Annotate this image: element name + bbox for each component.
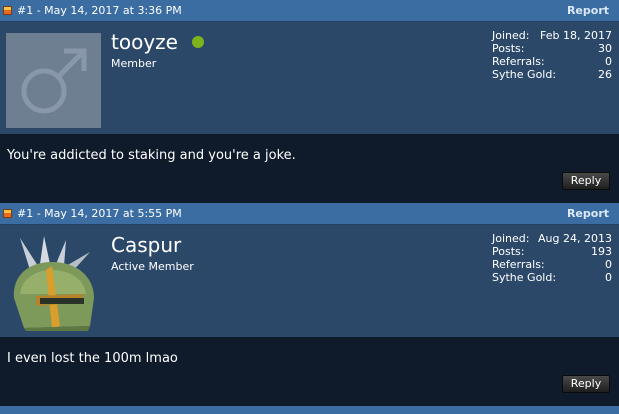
stat-label: Referrals:	[492, 258, 545, 271]
post-icon	[3, 6, 12, 15]
user-rank: Active Member	[111, 260, 194, 273]
online-status-icon	[191, 36, 204, 48]
user-stats: Joined: Aug 24, 2013 Posts: 193 Referral…	[492, 232, 612, 284]
stat-label: Joined:	[492, 232, 530, 245]
stat-value: Aug 24, 2013	[538, 232, 612, 245]
stat-value: 0	[605, 271, 612, 284]
avatar[interactable]	[6, 33, 101, 128]
stat-referrals: Referrals: 0	[492, 55, 612, 68]
username-text[interactable]: Caspur	[111, 233, 181, 257]
post-1: #1 - May 14, 2017 at 3:36 PM Report tooy…	[0, 0, 619, 203]
message-body: You're addicted to staking and you're a …	[0, 134, 619, 203]
stat-value: 26	[598, 68, 612, 81]
post-icon	[3, 209, 12, 218]
username-text[interactable]: tooyze	[111, 30, 178, 54]
post-info: #1 - May 14, 2017 at 5:55 PM	[17, 207, 182, 220]
stat-sythe-gold: Sythe Gold: 26	[492, 68, 612, 81]
user-info-block: tooyze Member Joined: Feb 18, 2017 Posts…	[0, 21, 619, 134]
stat-value: 30	[598, 42, 612, 55]
username[interactable]: tooyze	[111, 30, 204, 54]
stat-label: Posts:	[492, 245, 525, 258]
username[interactable]: Caspur	[111, 233, 181, 257]
stat-label: Referrals:	[492, 55, 545, 68]
report-link[interactable]: Report	[567, 207, 609, 220]
post-header: #1 - May 14, 2017 at 3:36 PM Report	[0, 0, 619, 21]
message-text: I even lost the 100m lmao	[7, 351, 178, 366]
post-2: #1 - May 14, 2017 at 5:55 PM Report Casp…	[0, 203, 619, 406]
stat-label: Joined:	[492, 29, 530, 42]
user-info-block: Caspur Active Member Joined: Aug 24, 201…	[0, 224, 619, 337]
reply-button[interactable]: Reply	[562, 172, 610, 190]
avatar[interactable]	[6, 236, 101, 331]
stat-value: Feb 18, 2017	[540, 29, 612, 42]
stat-referrals: Referrals: 0	[492, 258, 612, 271]
helmet-avatar-icon	[13, 236, 95, 331]
stat-joined: Joined: Feb 18, 2017	[492, 29, 612, 42]
stat-posts: Posts: 30	[492, 42, 612, 55]
male-symbol-icon	[21, 48, 87, 114]
message-text: You're addicted to staking and you're a …	[7, 148, 296, 163]
stat-value: 0	[605, 55, 612, 68]
stat-posts: Posts: 193	[492, 245, 612, 258]
stat-value: 193	[591, 245, 612, 258]
stat-label: Posts:	[492, 42, 525, 55]
post-info: #1 - May 14, 2017 at 3:36 PM	[17, 4, 182, 17]
user-stats: Joined: Feb 18, 2017 Posts: 30 Referrals…	[492, 29, 612, 81]
stat-joined: Joined: Aug 24, 2013	[492, 232, 612, 245]
stat-sythe-gold: Sythe Gold: 0	[492, 271, 612, 284]
report-link[interactable]: Report	[567, 4, 609, 17]
stat-value: 0	[605, 258, 612, 271]
stat-label: Sythe Gold:	[492, 68, 557, 81]
message-body: I even lost the 100m lmao Reply	[0, 337, 619, 406]
reply-button[interactable]: Reply	[562, 375, 610, 393]
post-header: #1 - May 14, 2017 at 5:55 PM Report	[0, 203, 619, 224]
user-rank: Member	[111, 57, 157, 70]
stat-label: Sythe Gold:	[492, 271, 557, 284]
